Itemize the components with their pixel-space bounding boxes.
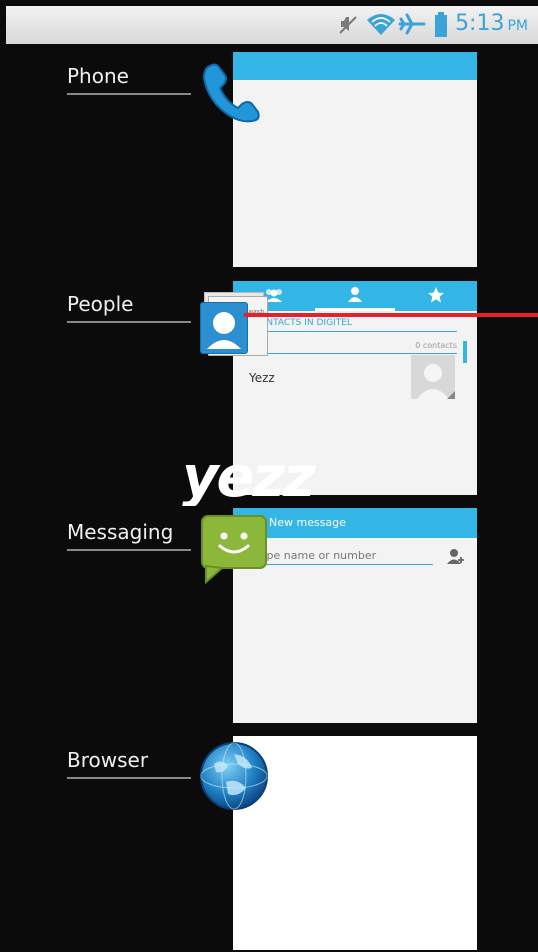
- mute-icon: [338, 14, 360, 40]
- section-rule: [243, 331, 457, 332]
- recent-app-label-messaging[interactable]: Messaging: [67, 520, 173, 544]
- contact-name: Yezz: [249, 371, 275, 385]
- person-tab-icon: [347, 286, 363, 306]
- add-contact-icon: [447, 548, 465, 568]
- red-indicator-line: [244, 313, 538, 317]
- wifi-icon: [366, 12, 396, 40]
- people-icon[interactable]: Launch: [200, 290, 268, 356]
- recipient-underline: [243, 564, 433, 565]
- contacts-count: 0 contacts: [415, 341, 457, 350]
- globe-icon[interactable]: [198, 740, 270, 816]
- recent-app-label-phone[interactable]: Phone: [67, 64, 129, 88]
- label-divider: [67, 321, 191, 323]
- label-divider: [67, 549, 191, 551]
- recent-app-label-people[interactable]: People: [67, 292, 133, 316]
- airplane-icon: [398, 13, 426, 39]
- people-icon-face: [200, 302, 248, 354]
- phone-icon[interactable]: [196, 58, 268, 134]
- recent-app-label-browser[interactable]: Browser: [67, 748, 148, 772]
- recent-apps-screen: 5:13 PM Phone People CONTACTS IN DIGITEL …: [0, 0, 538, 952]
- phone-preview-header: [233, 52, 477, 80]
- svg-text:yezz: yezz: [182, 448, 316, 506]
- recent-app-thumbnail-phone[interactable]: [233, 52, 477, 267]
- count-rule: [243, 353, 457, 354]
- tab-indicator: [315, 308, 395, 311]
- yezz-watermark: yezz: [176, 445, 366, 510]
- messaging-icon[interactable]: [200, 514, 268, 588]
- label-divider: [67, 777, 191, 779]
- status-clock: 5:13 PM: [455, 11, 528, 36]
- messaging-preview-header: New message: [233, 508, 477, 538]
- status-bar: 5:13 PM: [6, 6, 538, 44]
- label-divider: [67, 93, 191, 95]
- recent-app-thumbnail-messaging[interactable]: New message Type name or number: [233, 508, 477, 723]
- messaging-preview-title: New message: [269, 516, 346, 529]
- people-preview-tabs: [233, 281, 477, 311]
- fast-scroll-thumb: [463, 341, 467, 363]
- recipient-field: Type name or number: [255, 549, 377, 562]
- battery-icon: [434, 12, 448, 42]
- star-tab-icon: [427, 286, 445, 308]
- contact-photo: [411, 355, 455, 399]
